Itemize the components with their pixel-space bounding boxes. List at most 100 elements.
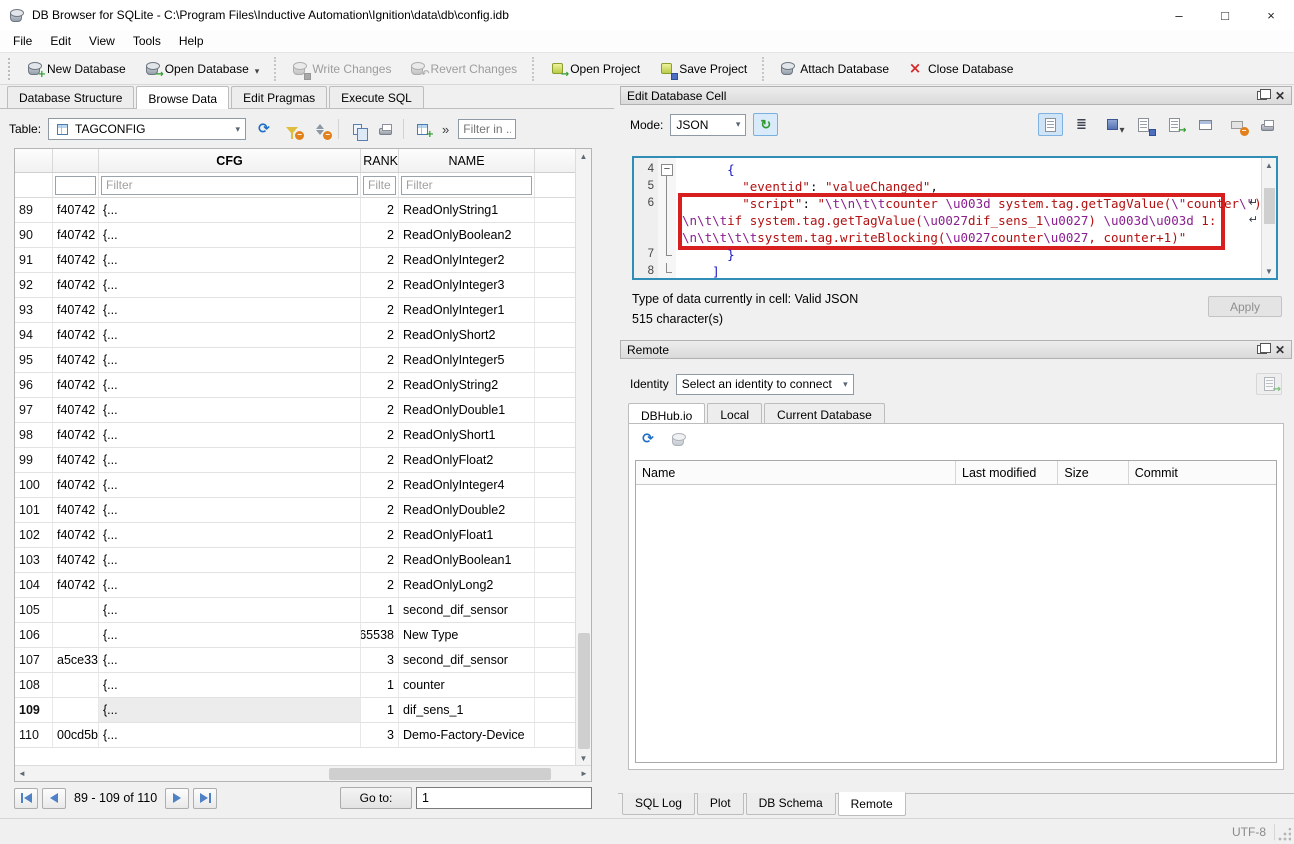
row-number[interactable]: 93 <box>15 298 53 322</box>
row-number[interactable]: 98 <box>15 423 53 447</box>
word-wrap-button[interactable]: ≣ <box>1069 113 1094 136</box>
cell-cfg[interactable]: {... <box>99 348 361 372</box>
editor-scroll-thumb[interactable] <box>1264 188 1275 224</box>
row-number[interactable]: 108 <box>15 673 53 697</box>
editor-line[interactable]: \n\t\tif system.tag.getTagValue(\u0027di… <box>634 212 1261 229</box>
goto-button[interactable]: Go to: <box>340 787 412 809</box>
cell-rank[interactable]: 2 <box>361 498 399 522</box>
cell-name[interactable]: Demo-Factory-Device <box>399 723 535 747</box>
open-database-button[interactable]: →Open Database▾ <box>135 56 269 82</box>
cell-id[interactable] <box>53 673 99 697</box>
cell-id[interactable]: f40742 <box>53 273 99 297</box>
cell-name[interactable]: second_dif_sensor <box>399 648 535 672</box>
cell-cfg[interactable]: {... <box>99 373 361 397</box>
cell-id[interactable] <box>53 623 99 647</box>
row-number[interactable]: 107 <box>15 648 53 672</box>
close-button[interactable]: × <box>1248 0 1294 30</box>
column-header[interactable] <box>53 149 99 172</box>
remote-column-header-size[interactable]: Size <box>1058 461 1128 484</box>
print-button[interactable] <box>374 118 396 140</box>
cell-name[interactable]: ReadOnlyShort1 <box>399 423 535 447</box>
row-number[interactable]: 89 <box>15 198 53 222</box>
cell-id[interactable]: f40742 <box>53 398 99 422</box>
cell-rank[interactable]: 2 <box>361 348 399 372</box>
cell-rank[interactable]: 1 <box>361 698 399 722</box>
row-number[interactable]: 103 <box>15 548 53 572</box>
cell-id[interactable]: 00cd5b <box>53 723 99 747</box>
text-mode-button[interactable] <box>1038 113 1063 136</box>
cell-id[interactable]: f40742 <box>53 198 99 222</box>
cell-rank[interactable]: 3 <box>361 648 399 672</box>
cell-id[interactable]: f40742 <box>53 448 99 472</box>
menu-tools[interactable]: Tools <box>124 31 170 51</box>
dock-tab-plot[interactable]: Plot <box>697 793 744 815</box>
fold-marker[interactable] <box>658 161 676 178</box>
attach-database-button[interactable]: Attach Database <box>770 56 898 82</box>
cell-rank[interactable]: 2 <box>361 198 399 222</box>
cell-rank[interactable]: 2 <box>361 423 399 447</box>
remote-column-header-last-modified[interactable]: Last modified <box>956 461 1058 484</box>
cell-id[interactable] <box>53 698 99 722</box>
copy-button[interactable] <box>346 118 368 140</box>
tab-browse-data[interactable]: Browse Data <box>136 86 229 109</box>
dock-tab-remote[interactable]: Remote <box>838 792 906 816</box>
column-filter-input[interactable] <box>101 176 358 195</box>
print-button[interactable] <box>1255 113 1280 136</box>
row-number[interactable]: 90 <box>15 223 53 247</box>
dock-tab-sql-log[interactable]: SQL Log <box>622 793 695 815</box>
goto-input[interactable] <box>416 787 592 809</box>
cell-editor[interactable]: 4 {5 "eventid": "valueChanged",6 "script… <box>632 156 1278 280</box>
cell-id[interactable]: f40742 <box>53 473 99 497</box>
cell-id[interactable]: f40742 <box>53 498 99 522</box>
row-number[interactable]: 100 <box>15 473 53 497</box>
previous-record-button[interactable] <box>42 788 66 809</box>
row-number[interactable]: 94 <box>15 323 53 347</box>
scroll-down-icon[interactable]: ▼ <box>1262 264 1276 278</box>
cell-rank[interactable]: 2 <box>361 323 399 347</box>
column-header-name[interactable]: NAME <box>399 149 535 172</box>
cell-rank[interactable]: 2 <box>361 523 399 547</box>
close-database-button[interactable]: ×Close Database <box>898 56 1022 82</box>
cell-name[interactable]: ReadOnlyLong2 <box>399 573 535 597</box>
column-filter-input[interactable] <box>401 176 532 195</box>
scroll-left-icon[interactable]: ◄ <box>15 767 29 781</box>
cell-id[interactable]: f40742 <box>53 523 99 547</box>
menu-view[interactable]: View <box>80 31 124 51</box>
column-filter-input[interactable] <box>363 176 396 195</box>
cell-name[interactable]: second_dif_sensor <box>399 598 535 622</box>
cell-name[interactable]: counter <box>399 673 535 697</box>
clear-sorting-button[interactable]: − <box>309 118 331 140</box>
grid-vscroll-thumb[interactable] <box>578 633 590 749</box>
editor-line[interactable]: 8 ] <box>634 263 1261 278</box>
cell-name[interactable]: ReadOnlyShort2 <box>399 323 535 347</box>
new-database-button[interactable]: +New Database <box>17 56 135 82</box>
row-number[interactable]: 101 <box>15 498 53 522</box>
resize-grip-icon[interactable] <box>1277 828 1291 842</box>
cell-id[interactable]: f40742 <box>53 298 99 322</box>
cell-name[interactable]: ReadOnlyInteger4 <box>399 473 535 497</box>
cell-rank[interactable]: 2 <box>361 548 399 572</box>
row-number[interactable]: 110 <box>15 723 53 747</box>
row-number[interactable]: 105 <box>15 598 53 622</box>
autoformat-button[interactable]: ↻ <box>753 113 778 136</box>
column-header[interactable] <box>15 149 53 172</box>
set-null-button[interactable]: − <box>1224 113 1249 136</box>
cell-id[interactable]: f40742 <box>53 248 99 272</box>
row-number[interactable]: 102 <box>15 523 53 547</box>
cell-rank[interactable]: 2 <box>361 473 399 497</box>
cell-id[interactable]: f40742 <box>53 548 99 572</box>
cell-name[interactable]: ReadOnlyInteger3 <box>399 273 535 297</box>
cell-name[interactable]: ReadOnlyBoolean1 <box>399 548 535 572</box>
cell-name[interactable]: dif_sens_1 <box>399 698 535 722</box>
scroll-up-icon[interactable]: ▲ <box>1262 158 1276 172</box>
new-record-button[interactable]: + <box>411 118 433 140</box>
maximize-button[interactable]: □ <box>1202 0 1248 30</box>
cell-cfg[interactable]: {... <box>99 498 361 522</box>
next-record-button[interactable] <box>165 788 189 809</box>
cell-rank[interactable]: 2 <box>361 398 399 422</box>
cell-cfg[interactable]: {... <box>99 423 361 447</box>
save-project-button[interactable]: Save Project <box>649 56 756 82</box>
cell-cfg[interactable]: {... <box>99 648 361 672</box>
row-number[interactable]: 96 <box>15 373 53 397</box>
float-panel-icon[interactable] <box>1257 91 1267 100</box>
